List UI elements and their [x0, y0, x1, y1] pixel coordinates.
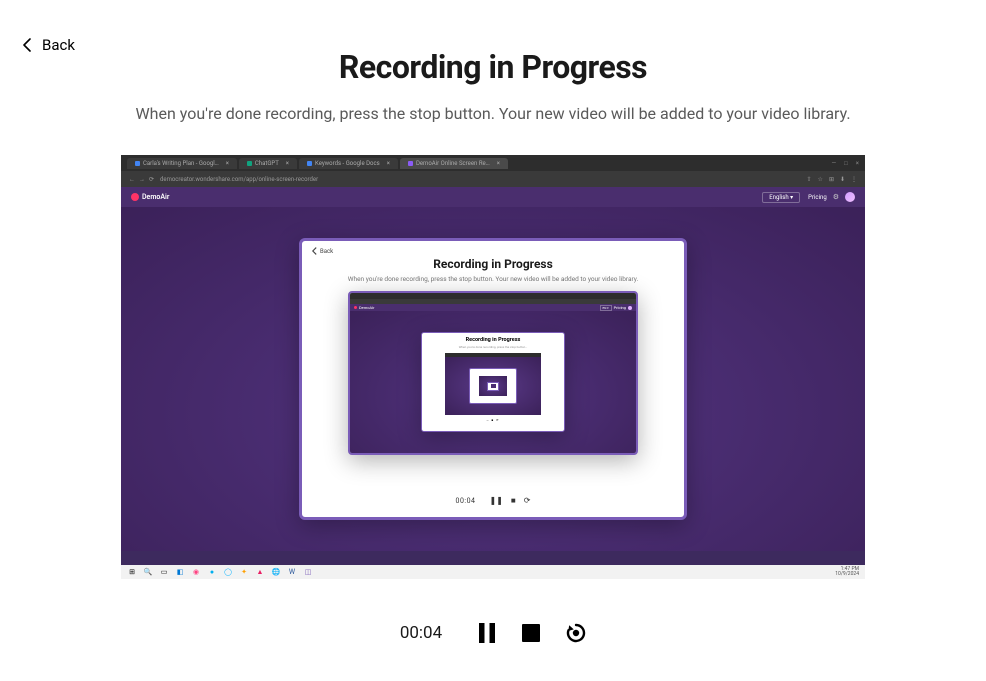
star-icon[interactable]: ☆ [818, 176, 823, 183]
browser-tab[interactable]: Carla's Writing Plan - Googl… × [127, 158, 237, 169]
stop-button[interactable] [522, 624, 540, 642]
taskbar-app-icon[interactable]: ● [207, 567, 217, 577]
nested-title: Recording in Progress [422, 337, 564, 343]
mini-app-header: DemoAir EN ▾Pricing [350, 304, 636, 311]
taskbar-app-icon[interactable]: ◫ [303, 567, 313, 577]
download-icon[interactable]: ⬇ [840, 176, 845, 183]
nested-subtitle: When you're done recording, press the st… [422, 345, 564, 349]
close-icon[interactable]: × [387, 160, 390, 167]
tab-label: DemoAir Online Screen Re… [416, 160, 490, 167]
favicon-icon [135, 161, 140, 166]
start-icon[interactable]: ⊞ [127, 567, 137, 577]
favicon-icon [408, 161, 413, 166]
taskbar-app-icon[interactable]: ✦ [239, 567, 249, 577]
recording-preview: Carla's Writing Plan - Googl…× ChatGPT× … [121, 155, 865, 579]
close-icon[interactable]: × [497, 160, 500, 167]
card-back-button[interactable]: Back [302, 241, 684, 255]
browser-tab[interactable]: ChatGPT × [239, 158, 297, 169]
windows-taskbar: ⊞ 🔍 ▭ ◧ ◉ ● ◯ ✦ ▲ 🌐 W ◫ 1:47 PM 10/9/202… [121, 565, 865, 579]
taskbar-app-icon[interactable]: ▲ [255, 567, 265, 577]
card-back-label: Back [320, 248, 333, 255]
favicon-icon [247, 161, 252, 166]
card-stop-button[interactable]: ■ [511, 496, 516, 505]
nested-card-3 [469, 368, 517, 404]
nav-reload-icon[interactable]: ⟳ [149, 176, 154, 183]
mini-pricing: Pricing [614, 305, 626, 310]
window-controls: — □ × [831, 160, 859, 167]
taskbar-app-icon[interactable]: ◧ [175, 567, 185, 577]
taskbar-app-icon[interactable]: ◯ [223, 567, 233, 577]
chevron-left-icon [22, 38, 32, 52]
tab-label: ChatGPT [255, 160, 279, 167]
stop-icon [522, 624, 540, 642]
mini-avatar [628, 306, 632, 310]
mini-lang: EN ▾ [600, 305, 612, 311]
back-label: Back [42, 36, 75, 54]
taskbar-app-icon[interactable]: ◉ [191, 567, 201, 577]
browser-tabbar: Carla's Writing Plan - Googl…× ChatGPT× … [121, 155, 865, 171]
browser-addressbar: ← → ⟳ democreator.wondershare.com/app/on… [121, 171, 865, 187]
restart-icon [566, 623, 586, 643]
search-icon[interactable]: 🔍 [143, 567, 153, 577]
logo-icon [131, 193, 139, 201]
system-tray[interactable]: 1:47 PM 10/9/2024 [835, 567, 859, 577]
close-icon[interactable]: × [226, 160, 229, 167]
chevron-left-icon [312, 247, 317, 255]
share-icon[interactable]: ⇧ [807, 176, 812, 183]
recording-card: Back Recording in Progress When you're d… [299, 238, 687, 520]
extension-icon[interactable]: ⊞ [829, 176, 834, 183]
favicon-icon [307, 161, 312, 166]
app-name: DemoAir [142, 193, 169, 201]
browser-tab[interactable]: Keywords - Google Docs × [299, 158, 398, 169]
card-subtitle: When you're done recording, press the st… [302, 275, 684, 283]
nested-preview: DemoAir EN ▾Pricing Recording in Progres… [348, 291, 638, 455]
clock-date: 10/9/2024 [835, 572, 859, 577]
card-pause-button[interactable]: ❚❚ [489, 496, 502, 505]
nested-window-3 [479, 376, 507, 396]
taskview-icon[interactable]: ▭ [159, 567, 169, 577]
card-title: Recording in Progress [302, 257, 684, 271]
page-title: Recording in Progress [0, 48, 986, 86]
page-subtitle: When you're done recording, press the st… [0, 104, 986, 123]
page-header: Recording in Progress When you're done r… [0, 0, 986, 123]
url-field[interactable]: democreator.wondershare.com/app/online-s… [160, 176, 800, 183]
restart-button[interactable] [566, 623, 586, 643]
close-window-icon[interactable]: × [856, 160, 859, 167]
language-select[interactable]: English ▾ [762, 192, 800, 203]
card-restart-button[interactable]: ⟳ [524, 496, 531, 505]
maximize-icon[interactable]: □ [844, 160, 848, 167]
menu-icon[interactable]: ⋮ [851, 176, 857, 183]
back-button[interactable]: Back [22, 36, 75, 54]
mini-body: Recording in Progress When you're done r… [350, 311, 636, 453]
nav-back-icon[interactable]: ← [129, 176, 135, 183]
app-logo[interactable]: DemoAir [131, 193, 169, 201]
mini-app-name: DemoAir [359, 305, 374, 310]
nested-controls: — ■ ⟳ [422, 418, 564, 422]
settings-icon[interactable]: ⚙ [833, 193, 839, 201]
logo-icon [354, 306, 357, 309]
pricing-link[interactable]: Pricing [808, 194, 827, 201]
pause-button[interactable] [478, 623, 496, 643]
pause-icon [478, 623, 496, 643]
recording-timer: 00:04 [400, 623, 442, 643]
card-timer: 00:04 [456, 497, 476, 505]
browser-tab-active[interactable]: DemoAir Online Screen Re… × [400, 158, 508, 169]
nested-card-2: Recording in Progress When you're done r… [421, 332, 565, 432]
nav-forward-icon[interactable]: → [139, 176, 145, 183]
avatar[interactable] [845, 192, 855, 202]
app-header: DemoAir English ▾ Pricing ⚙ [121, 187, 865, 207]
close-icon[interactable]: × [286, 160, 289, 167]
nav-buttons: ← → ⟳ [129, 176, 154, 183]
tab-label: Keywords - Google Docs [315, 160, 380, 167]
nested-window-2 [445, 353, 541, 415]
tab-label: Carla's Writing Plan - Googl… [143, 160, 219, 167]
card-player-controls: 00:04 ❚❚ ■ ⟳ [302, 486, 684, 517]
nested-card-4 [487, 382, 499, 391]
app-body: Back Recording in Progress When you're d… [121, 207, 865, 551]
player-controls: 00:04 [0, 623, 986, 643]
taskbar-app-icon[interactable]: 🌐 [271, 567, 281, 577]
taskbar-app-icon[interactable]: W [287, 567, 297, 577]
minimize-icon[interactable]: — [831, 160, 836, 167]
